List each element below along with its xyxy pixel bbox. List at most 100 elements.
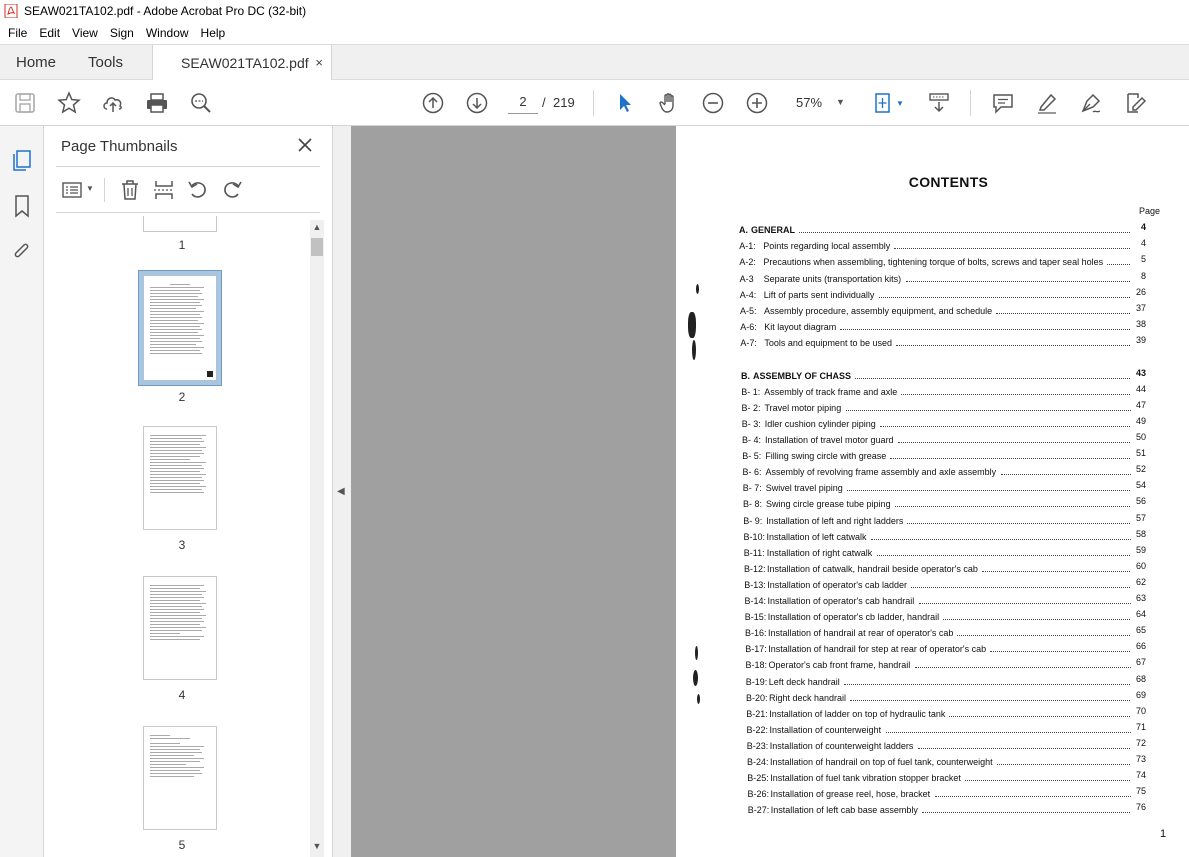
- toc-entry-text: Filling swing circle with grease: [765, 451, 887, 462]
- toc-entry: B- 8: Swing circle grease tube piping 56: [743, 496, 1146, 510]
- collapse-panel-icon[interactable]: ◀: [337, 486, 347, 500]
- tab-tools[interactable]: Tools: [88, 45, 123, 80]
- toc-entry-code: B- 7:: [742, 483, 762, 494]
- toc-entry: B-26: Installation of grease reel, hose, …: [748, 786, 1147, 800]
- acrobat-logo-icon: [4, 4, 18, 18]
- thumbnail-text-lines: [150, 735, 210, 821]
- toc-entry-page: 66: [1135, 641, 1146, 652]
- toc-entry-code: B-13:: [744, 579, 766, 590]
- toc-entry-code: B-18:: [745, 660, 768, 671]
- save-button[interactable]: [12, 90, 38, 116]
- thumbnail-page-content: [144, 276, 216, 380]
- toc-entry-code: A-5:: [740, 306, 757, 316]
- scrollbar-thumb[interactable]: [311, 238, 323, 256]
- scan-mark: [692, 340, 696, 360]
- zoom-in-button[interactable]: [744, 90, 770, 116]
- zoom-level-value: 57%: [796, 94, 823, 110]
- rotate-left-button[interactable]: [186, 178, 210, 202]
- menu-view[interactable]: View: [66, 26, 104, 40]
- close-tab-icon[interactable]: ×: [315, 55, 323, 70]
- panel-collapse-strip: ◀: [333, 126, 351, 857]
- toc-entry-code: A-2:: [739, 257, 756, 268]
- plus-circle-icon: [746, 92, 768, 114]
- toc-entry: B- 5: Filling swing circle with grease 51: [742, 448, 1146, 462]
- upload-button[interactable]: [100, 90, 126, 116]
- toc-leader-dots: [911, 586, 1131, 588]
- toc-section-heading: B. ASSEMBLY OF CHASS 43: [741, 367, 1146, 382]
- sign-button[interactable]: [1078, 90, 1104, 116]
- toc-entry-code: B-12:: [744, 563, 766, 574]
- toc-leader-dots: [921, 812, 1130, 814]
- select-tool-button[interactable]: [612, 90, 638, 116]
- scan-mark: [688, 312, 696, 338]
- scroll-up-icon[interactable]: ▲: [310, 222, 324, 236]
- toc-entry-page: 67: [1135, 657, 1146, 668]
- toc-entry-text: Installation of handrail at rear of oper…: [768, 628, 954, 639]
- toc-entry-text: Operator's cab front frame, handrail: [768, 660, 911, 671]
- zoom-level-dropdown[interactable]: 57% ▼: [788, 90, 850, 114]
- toc-leader-dots: [840, 329, 1131, 331]
- insert-pages-button[interactable]: [152, 178, 176, 202]
- toc-entry: B-23: Installation of counterweight ladde…: [747, 738, 1146, 752]
- thumbnail-scrollbar[interactable]: ▲ ▼: [310, 220, 324, 857]
- tab-document[interactable]: SEAW021TA102.pdf ×: [152, 45, 332, 81]
- arrow-down-circle-icon: [466, 92, 488, 114]
- thumbnail-toolbar: ▼: [56, 174, 320, 206]
- toc-entry-page: 56: [1135, 496, 1146, 507]
- toc-entry-text: Left deck handrail: [768, 676, 840, 687]
- toc-entry-page: 68: [1135, 673, 1146, 684]
- thumbnail-image: [143, 426, 217, 530]
- attachments-button[interactable]: [10, 240, 34, 264]
- menu-help[interactable]: Help: [195, 26, 232, 40]
- toc-entry: B-18: Operator's cab front frame, handrai…: [745, 657, 1147, 671]
- highlighter-icon: [1038, 93, 1057, 114]
- toc-entry-page: 50: [1135, 432, 1146, 442]
- title-bar: SEAW021TA102.pdf - Adobe Acrobat Pro DC …: [0, 0, 1189, 22]
- previous-page-button[interactable]: [420, 90, 446, 116]
- menu-file[interactable]: File: [2, 26, 33, 40]
- scroll-down-icon[interactable]: ▼: [310, 841, 324, 855]
- next-page-button[interactable]: [464, 90, 490, 116]
- toc-leader-dots: [799, 232, 1130, 233]
- toc-leader-dots: [914, 667, 1131, 669]
- close-panel-button[interactable]: [296, 136, 314, 154]
- search-zoom-button[interactable]: [188, 90, 214, 116]
- toc-entry-page: 43: [1135, 367, 1146, 378]
- fit-page-button[interactable]: ▼: [870, 90, 906, 116]
- hand-tool-button[interactable]: [656, 90, 682, 116]
- fill-sign-button[interactable]: [1122, 90, 1148, 116]
- toc-leader-dots: [855, 377, 1130, 379]
- comment-button[interactable]: [990, 90, 1016, 116]
- toc-entry-page: 58: [1135, 528, 1146, 539]
- tab-home[interactable]: Home: [16, 45, 56, 80]
- document-viewport[interactable]: CONTENTS Page A. GENERAL 4 A-1: Points regar…: [351, 126, 1189, 857]
- page-thumbnails-button[interactable]: [10, 148, 34, 172]
- toc-entry-text: Assembly of track frame and axle: [764, 386, 898, 397]
- toc-entry: B-21: Installation of ladder on top of hy…: [746, 706, 1146, 720]
- bookmark-star-button[interactable]: [56, 90, 82, 116]
- print-button[interactable]: [144, 90, 170, 116]
- toc-entry-text: Swivel travel piping: [765, 483, 843, 494]
- toc-entry-page: 71: [1135, 721, 1146, 732]
- toc-entry-text: Installation of left and right ladders: [766, 515, 904, 526]
- toc-section-heading: A. GENERAL 4: [739, 222, 1146, 236]
- bookmarks-button[interactable]: [10, 194, 34, 218]
- thumbnail-list: 1 2 3 4 5: [56, 216, 308, 857]
- toc-entry: B-25: Installation of fuel tank vibration…: [747, 770, 1146, 784]
- toc-entry-page: 44: [1135, 383, 1146, 394]
- list-options-icon: [62, 182, 82, 198]
- document-page: CONTENTS Page A. GENERAL 4 A-1: Points regar…: [676, 126, 1189, 857]
- zoom-out-button[interactable]: [700, 90, 726, 116]
- toc-entry-code: B- 6:: [742, 467, 762, 478]
- toc-leader-dots: [843, 683, 1130, 685]
- menu-edit[interactable]: Edit: [33, 26, 66, 40]
- page-number-input[interactable]: [508, 90, 538, 114]
- scrolling-mode-button[interactable]: [926, 90, 952, 116]
- delete-pages-button[interactable]: [118, 178, 142, 202]
- toc-entry-page: 54: [1135, 480, 1146, 491]
- menu-sign[interactable]: Sign: [104, 26, 140, 40]
- menu-window[interactable]: Window: [140, 26, 195, 40]
- highlight-button[interactable]: [1034, 90, 1060, 116]
- toc-leader-dots: [885, 731, 1131, 733]
- rotate-right-button[interactable]: [220, 178, 244, 202]
